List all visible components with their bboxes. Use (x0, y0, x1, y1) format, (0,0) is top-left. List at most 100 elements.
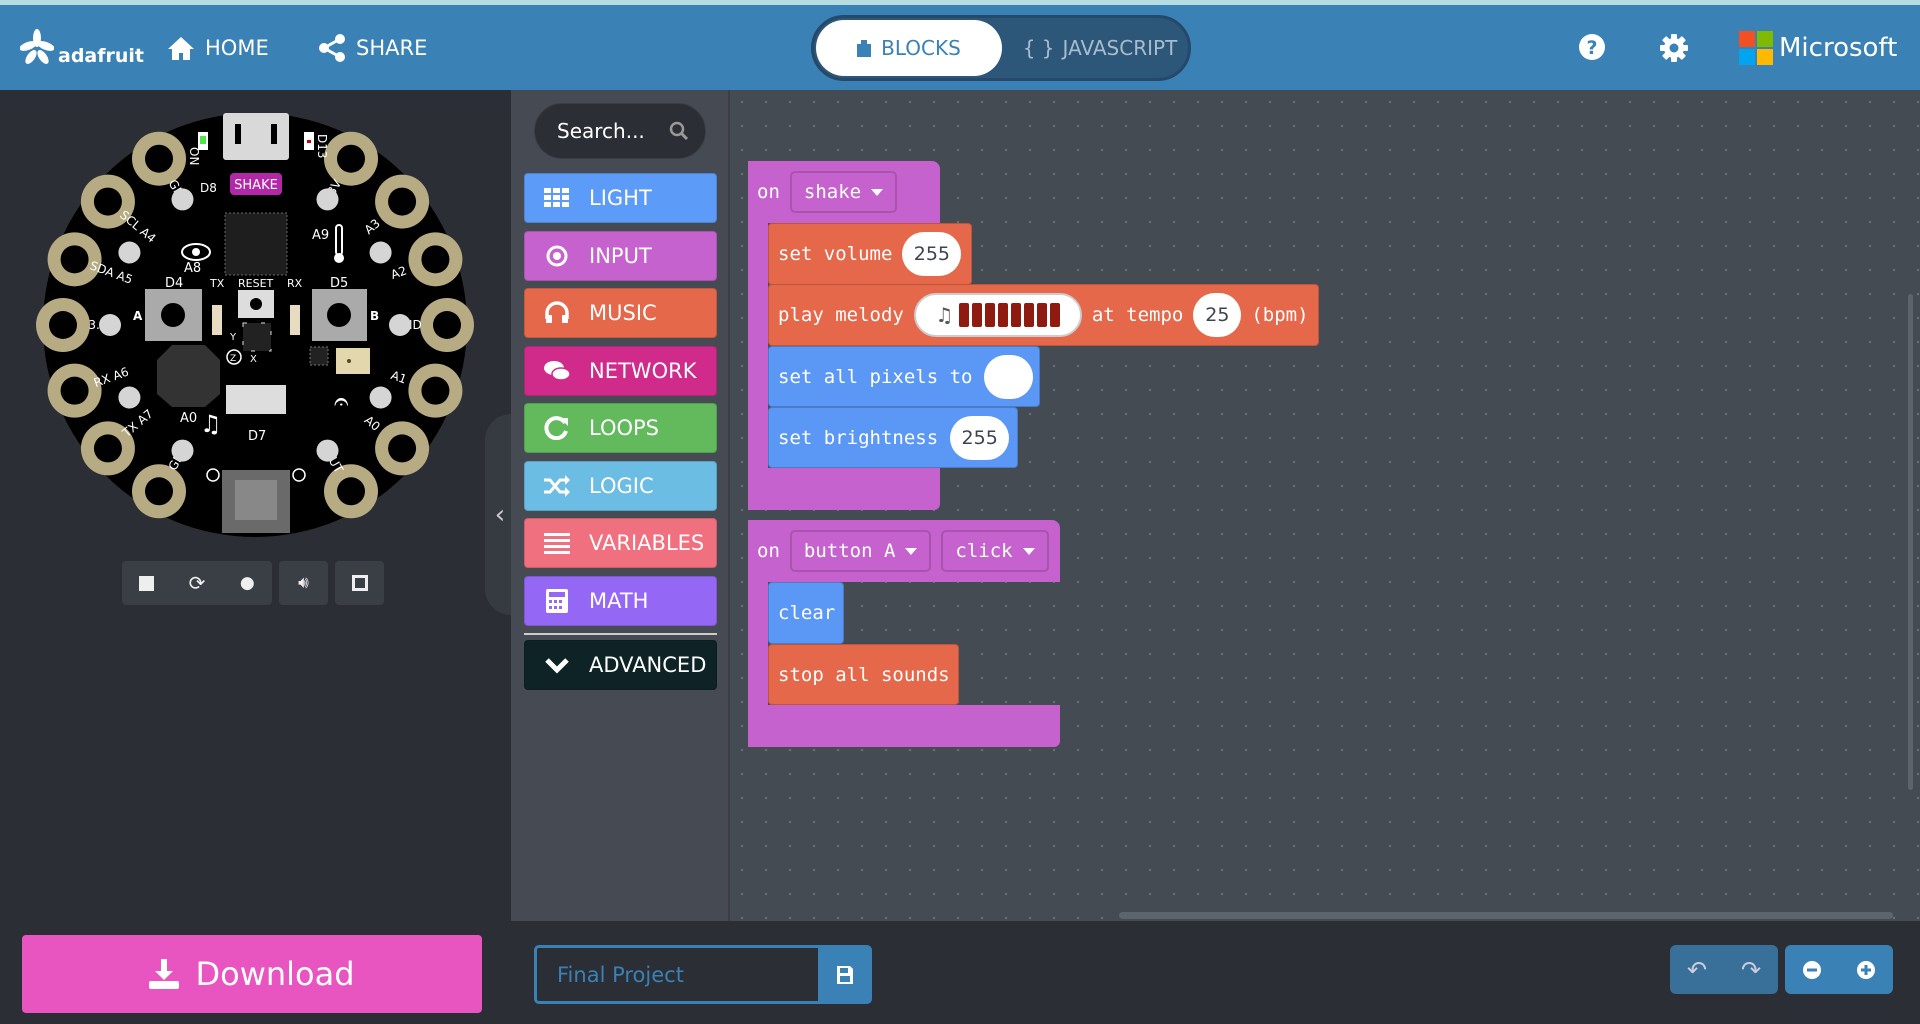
music-note-icon: ♫ (200, 410, 222, 438)
button-dropdown[interactable]: button A (789, 530, 932, 572)
melody-note-bar (972, 303, 983, 327)
toolbox: Search... LIGHT INPUT MUSIC NETWORK LOOPS LOG… (511, 90, 730, 921)
share-link[interactable]: SHARE (318, 5, 427, 90)
caret-down-icon (905, 547, 918, 555)
microphone (336, 348, 370, 374)
home-icon (168, 36, 194, 60)
stop-button[interactable] (139, 575, 155, 591)
melody-note-bar (1050, 303, 1061, 327)
svg-text:B: B (370, 309, 379, 323)
neopixel-led (369, 386, 392, 409)
undo-button[interactable]: ↶ (1687, 956, 1707, 984)
slide-switch (226, 385, 286, 414)
set-all-pixels-block[interactable]: set all pixels to (768, 346, 1040, 407)
chat-icon (544, 360, 571, 381)
download-icon (149, 959, 180, 989)
melody-note-bar (985, 303, 996, 327)
zoom-in-icon[interactable] (1856, 960, 1876, 980)
footer-bar: Download Final Project ↶ ↷ (0, 921, 1920, 1024)
clear-block[interactable]: clear (768, 582, 844, 644)
svg-text:A0: A0 (180, 411, 197, 426)
svg-text:RESET: RESET (238, 277, 274, 290)
event-dropdown[interactable]: shake (789, 171, 898, 213)
volume-value-input[interactable]: 255 (902, 232, 962, 276)
music-note-icon: ♫ (935, 303, 954, 327)
action-dropdown[interactable]: click (941, 530, 1049, 572)
help-icon: ? (1579, 34, 1605, 60)
neopixel-led (316, 439, 339, 462)
mute-button[interactable]: 🔊︎ (279, 561, 328, 605)
circuit-playground-board[interactable]: GNDSCL A4SDA A53.3VRX A6TX A7GND3.3VA3A2… (0, 90, 511, 630)
svg-text:A9: A9 (312, 228, 329, 243)
adafruit-logo[interactable]: adafruit (20, 5, 144, 90)
microsoft-squares-icon (1739, 30, 1773, 65)
tab-javascript[interactable]: { } JAVASCRIPT (1014, 20, 1186, 76)
neopixel-led (369, 241, 392, 264)
tab-blocks[interactable]: BLOCKS (816, 20, 1002, 76)
melody-note-bar (998, 303, 1009, 327)
brightness-value-input[interactable]: 255 (950, 415, 1010, 460)
calculator-icon (546, 588, 568, 613)
caret-down-icon (1022, 547, 1035, 555)
svg-text:Y: Y (229, 332, 237, 343)
set-volume-block[interactable]: set volume 255 (768, 223, 972, 285)
search-icon (669, 121, 689, 141)
category-variables[interactable]: VARIABLES (524, 518, 717, 568)
search-input[interactable]: Search... (534, 103, 706, 159)
speaker-icon: 🔊︎ (298, 573, 309, 593)
category-loops[interactable]: LOOPS (524, 403, 717, 453)
project-name-input[interactable]: Final Project (534, 945, 820, 1004)
category-math[interactable]: MATH (524, 575, 717, 626)
melody-note-bar (1024, 303, 1035, 327)
horizontal-scrollbar[interactable] (1119, 912, 1893, 919)
category-advanced[interactable]: ADVANCED (524, 640, 717, 690)
category-logic[interactable]: LOGIC (524, 460, 717, 511)
gear-icon (1660, 34, 1688, 62)
melody-note-bar (959, 303, 970, 327)
category-input[interactable]: INPUT (524, 230, 717, 281)
tempo-input[interactable]: 25 (1193, 293, 1242, 337)
microsoft-logo[interactable]: Microsoft (1739, 5, 1897, 90)
headphones-icon (545, 301, 569, 323)
download-button[interactable]: Download (22, 935, 482, 1013)
floppy-disk-icon (837, 965, 853, 984)
zoom-group (1785, 945, 1893, 994)
stop-all-sounds-block[interactable]: stop all sounds (768, 644, 959, 705)
vertical-scrollbar[interactable] (1908, 294, 1913, 790)
blocks-workspace[interactable]: on shake set volume 255 play melody ♫ at… (730, 90, 1920, 921)
home-link[interactable]: HOME (167, 5, 269, 90)
category-music[interactable]: MUSIC (524, 288, 717, 338)
color-picker-field[interactable] (984, 354, 1034, 399)
melody-editor-field[interactable]: ♫ (913, 293, 1082, 337)
refresh-icon (544, 416, 568, 440)
braces-icon: { } (1022, 36, 1055, 60)
svg-text:Z: Z (230, 354, 236, 364)
play-melody-block[interactable]: play melody ♫ at tempo 25 (bpm) (768, 284, 1319, 346)
svg-text:A8: A8 (184, 261, 201, 276)
svg-text:ON: ON (187, 147, 201, 165)
melody-note-bar (1037, 303, 1048, 327)
svg-text:D13: D13 (315, 134, 329, 159)
category-network[interactable]: NETWORK (524, 345, 717, 396)
fullscreen-icon (351, 575, 368, 591)
list-icon (544, 533, 570, 554)
restart-icon[interactable]: ⟳ (189, 571, 206, 595)
undo-redo-group: ↶ ↷ (1670, 945, 1778, 994)
category-light[interactable]: LIGHT (524, 173, 717, 223)
slow-motion-icon[interactable]: ● (240, 573, 255, 593)
svg-text:A: A (133, 309, 143, 323)
svg-text:D7: D7 (248, 429, 266, 444)
zoom-out-icon[interactable] (1802, 960, 1822, 980)
set-brightness-block[interactable]: set brightness 255 (768, 407, 1018, 468)
help-button[interactable]: ? (1578, 33, 1606, 65)
chevron-down-icon (545, 658, 569, 674)
neopixel-led (316, 188, 339, 211)
grid-icon (544, 188, 569, 207)
toolbox-divider (524, 633, 717, 635)
save-button[interactable] (818, 945, 872, 1004)
redo-button[interactable]: ↷ (1741, 956, 1761, 984)
settings-button[interactable] (1659, 33, 1689, 67)
fullscreen-button[interactable] (335, 561, 384, 605)
svg-text:X: X (250, 354, 257, 365)
chevron-left-icon: ‹ (494, 499, 506, 530)
